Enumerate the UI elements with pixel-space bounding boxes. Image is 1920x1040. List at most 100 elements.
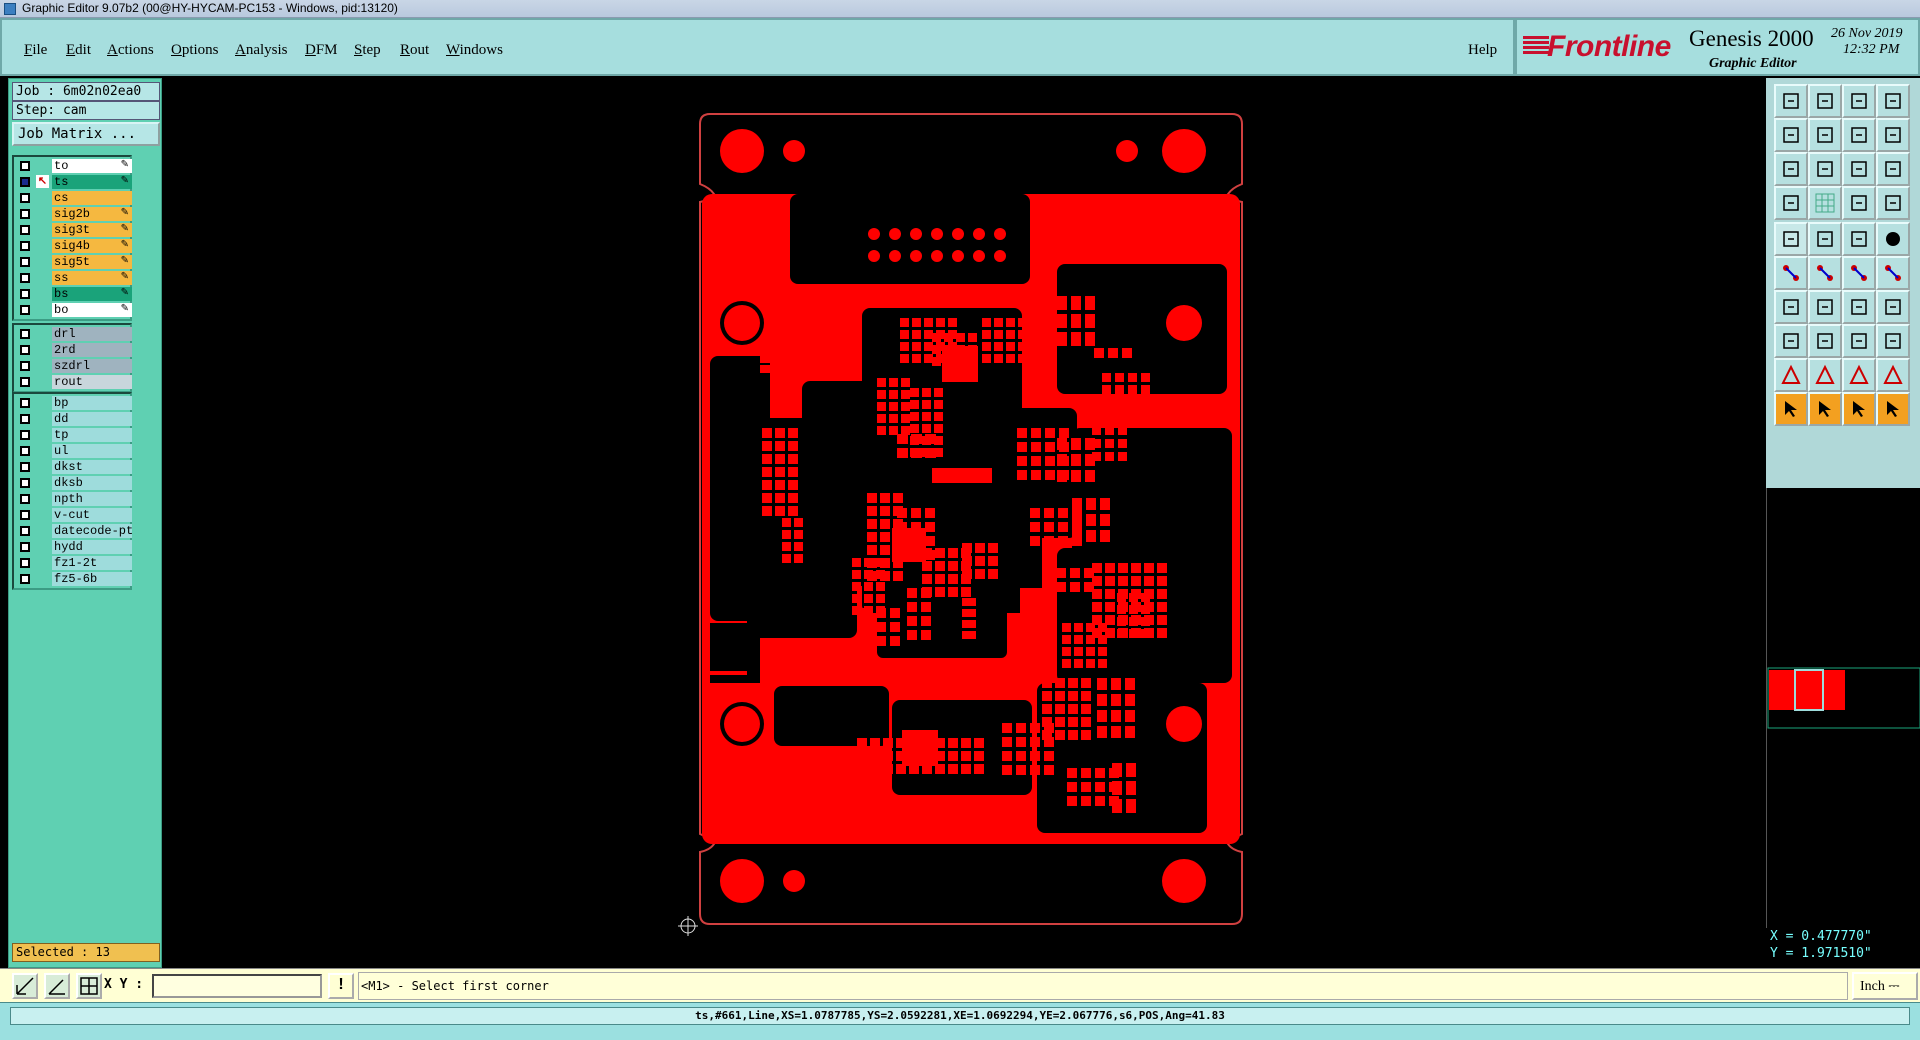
angle-icon[interactable]	[1774, 290, 1808, 324]
xy-input[interactable]	[152, 974, 322, 998]
menu-rout[interactable]: Rout	[400, 42, 429, 59]
menu-analysis[interactable]: Analysis	[235, 42, 288, 59]
mirror-icon[interactable]	[1774, 324, 1808, 358]
zoom-out-icon[interactable]	[1808, 118, 1842, 152]
layer-name[interactable]: npth	[52, 492, 132, 506]
layer-name[interactable]: to ✎	[52, 159, 132, 173]
layer-row-npth[interactable]: npth	[14, 491, 132, 507]
grid-icon[interactable]	[76, 973, 102, 999]
route-icon[interactable]	[1876, 392, 1910, 426]
layer-icon-2[interactable]	[1876, 186, 1910, 220]
layer-checkbox[interactable]	[20, 574, 30, 584]
menu-file[interactable]: File	[24, 42, 47, 59]
layer-name[interactable]: cs	[52, 191, 132, 205]
layer-name[interactable]: dksb	[52, 476, 132, 490]
layer-row-sig2b[interactable]: sig2b ✎	[14, 206, 132, 222]
menu-step[interactable]: Step	[354, 42, 381, 59]
layer-checkbox[interactable]	[20, 510, 30, 520]
layer-row-v-cut[interactable]: v-cut	[14, 507, 132, 523]
menu-options[interactable]: Options	[171, 42, 219, 59]
layer-name[interactable]: ss ✎	[52, 271, 132, 285]
dot-icon[interactable]	[1876, 222, 1910, 256]
box-icon[interactable]	[1842, 324, 1876, 358]
layer-name[interactable]: fz5-6b	[52, 572, 132, 586]
minus-icon[interactable]	[1808, 324, 1842, 358]
pan-icon[interactable]	[1774, 152, 1808, 186]
layer-row-bp[interactable]: bp	[14, 395, 132, 411]
layer-name[interactable]: sig2b ✎	[52, 207, 132, 221]
layer-row-bs[interactable]: bs ✎	[14, 286, 132, 302]
measure-icon[interactable]	[12, 973, 38, 999]
menu-edit[interactable]: Edit	[66, 42, 91, 59]
triangle-icon[interactable]	[1774, 358, 1808, 392]
fit-icon[interactable]	[1808, 152, 1842, 186]
grid-icon[interactable]	[1808, 186, 1842, 220]
menu-actions[interactable]: Actions	[107, 42, 154, 59]
layer-icon[interactable]	[1842, 186, 1876, 220]
layer-row-ts[interactable]: ↖ ts ✎	[14, 174, 132, 190]
layer-name[interactable]: bp	[52, 396, 132, 410]
layer-name[interactable]: sig3t ✎	[52, 223, 132, 237]
zoom-fit-icon[interactable]	[1842, 118, 1876, 152]
arrow-icon[interactable]	[1774, 392, 1808, 426]
window-icon[interactable]	[1876, 84, 1910, 118]
layer-checkbox[interactable]	[20, 414, 30, 424]
menu-windows[interactable]: Windows	[446, 42, 503, 59]
layer-name[interactable]: bs ✎	[52, 287, 132, 301]
layer-row-fz5-6b[interactable]: fz5-6b	[14, 571, 132, 587]
layer-row-sig4b[interactable]: sig4b ✎	[14, 238, 132, 254]
layer-checkbox[interactable]	[20, 558, 30, 568]
page-icon[interactable]	[1876, 118, 1910, 152]
layer-name[interactable]: fz1-2t	[52, 556, 132, 570]
layer-row-hydd[interactable]: hydd	[14, 539, 132, 555]
job-matrix-button[interactable]: Job Matrix ...	[12, 122, 160, 146]
layer-checkbox[interactable]	[20, 377, 30, 387]
layer-checkbox[interactable]	[20, 273, 30, 283]
pin-icon[interactable]	[1842, 256, 1876, 290]
home-icon[interactable]	[1842, 84, 1876, 118]
layer-row-ul[interactable]: ul	[14, 443, 132, 459]
triangle-icon-2[interactable]	[1808, 358, 1842, 392]
layer-checkbox[interactable]	[20, 494, 30, 504]
layer-checkbox[interactable]	[20, 430, 30, 440]
layer-checkbox[interactable]	[20, 526, 30, 536]
layer-checkbox[interactable]	[20, 361, 30, 371]
layer-name[interactable]: drl	[52, 327, 132, 341]
layer-row-szdrl[interactable]: szdrl	[14, 358, 132, 374]
overview-window[interactable]	[1766, 488, 1920, 928]
node-icon[interactable]	[1774, 256, 1808, 290]
layer-row-rout[interactable]: rout	[14, 374, 132, 390]
layer-row-to[interactable]: to ✎	[14, 158, 132, 174]
layer-row-dkst[interactable]: dkst	[14, 459, 132, 475]
layer-name[interactable]: hydd	[52, 540, 132, 554]
menu-help[interactable]: Help	[1468, 42, 1497, 59]
line-icon[interactable]	[1808, 290, 1842, 324]
rotate-icon[interactable]	[1842, 392, 1876, 426]
layer-row-fz1-2t[interactable]: fz1-2t	[14, 555, 132, 571]
layer-name[interactable]: 2rd	[52, 343, 132, 357]
layer-row-ss[interactable]: ss ✎	[14, 270, 132, 286]
layer-name[interactable]: ul	[52, 444, 132, 458]
zoom-in-icon[interactable]	[1774, 118, 1808, 152]
layer-checkbox[interactable]	[20, 398, 30, 408]
layer-row-dd[interactable]: dd	[14, 411, 132, 427]
copy-icon[interactable]	[1808, 222, 1842, 256]
layer-checkbox[interactable]	[20, 241, 30, 251]
select-icon[interactable]	[1774, 222, 1808, 256]
layer-name[interactable]: rout	[52, 375, 132, 389]
snap-icon[interactable]	[1774, 186, 1808, 220]
align-icon[interactable]	[1876, 290, 1910, 324]
cross-icon[interactable]	[1808, 256, 1842, 290]
units-selector[interactable]: Inch ⎓	[1852, 972, 1918, 1000]
ratio-icon[interactable]	[1842, 152, 1876, 186]
layer-row-bo[interactable]: bo ✎	[14, 302, 132, 318]
help-icon[interactable]	[1876, 152, 1910, 186]
pin-icon-2[interactable]	[1876, 256, 1910, 290]
pcb-drawing[interactable]	[162, 78, 1766, 968]
layer-row-sig3t[interactable]: sig3t ✎	[14, 222, 132, 238]
menu-dfm[interactable]: DFM	[305, 42, 338, 59]
arc-icon[interactable]	[1842, 290, 1876, 324]
layer-checkbox[interactable]	[20, 209, 30, 219]
layer-name[interactable]: dd	[52, 412, 132, 426]
layer-checkbox[interactable]	[20, 478, 30, 488]
